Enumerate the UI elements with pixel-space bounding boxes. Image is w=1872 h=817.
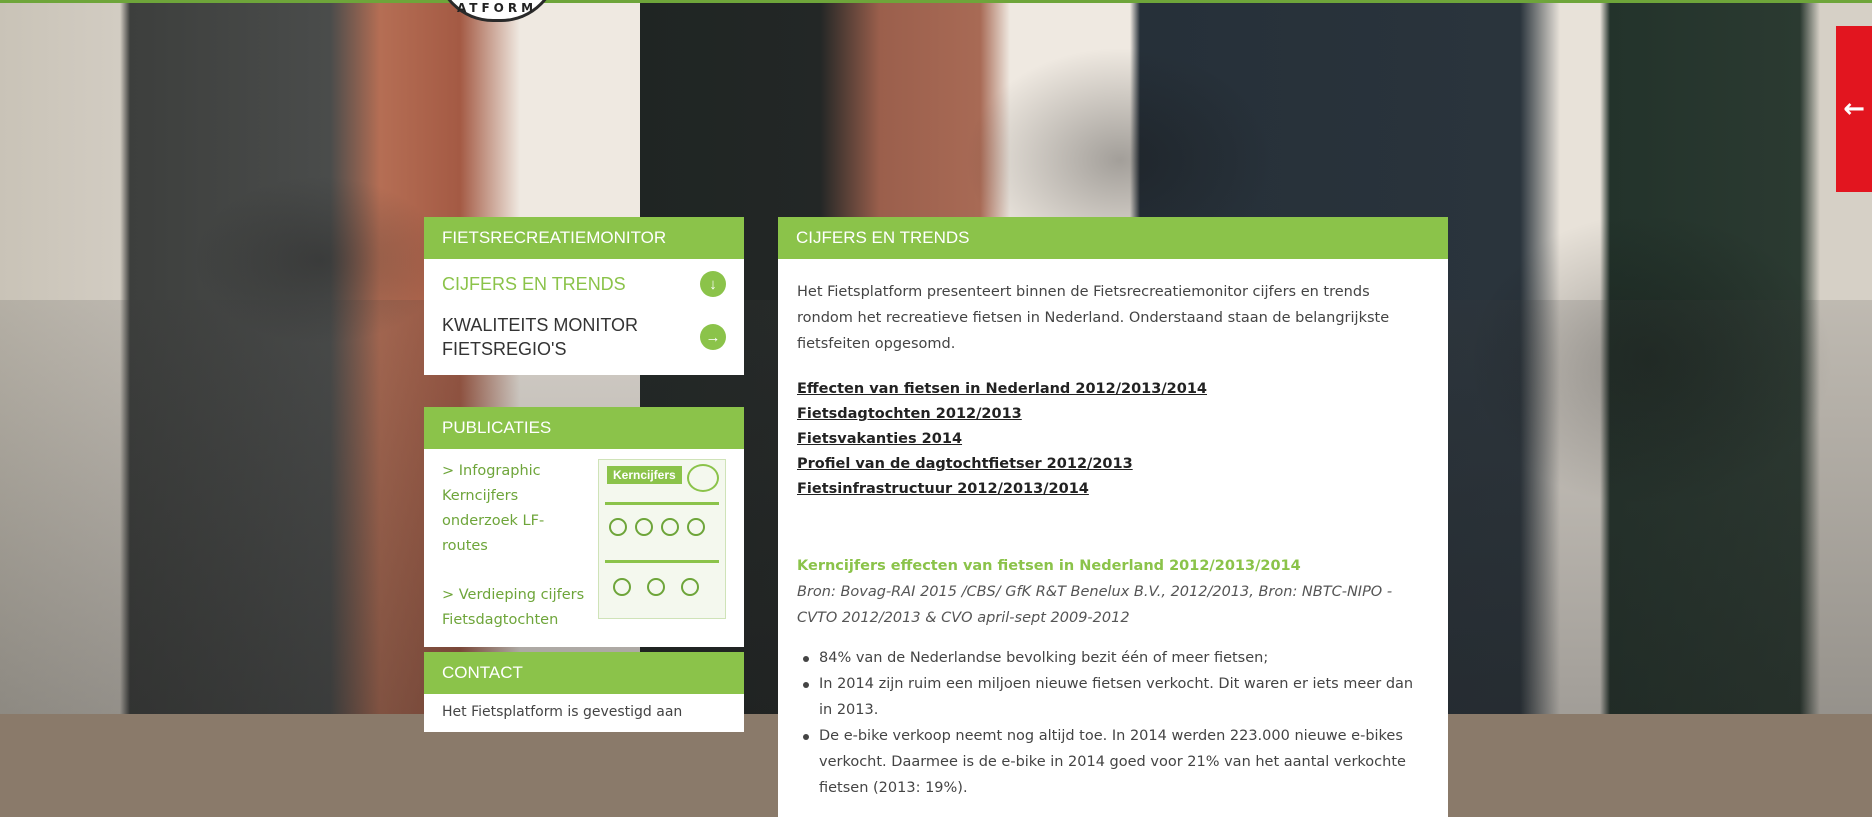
section-title: Kerncijfers effecten van fietsen in Nede… [797, 558, 1301, 574]
page-title: CIJFERS EN TRENDS [778, 217, 1448, 259]
bike-icon [681, 578, 699, 596]
thumbnail-logo-icon [687, 464, 719, 492]
top-accent-line [0, 0, 1872, 3]
source-note: Bron: Bovag-RAI 2015 /CBS/ GfK R&T Benel… [797, 584, 1393, 626]
topic-link[interactable]: Fietsvakanties 2014 [797, 427, 1429, 452]
bike-icon [687, 518, 705, 536]
arrow-down-circle-icon: ↓ [700, 271, 726, 297]
monitor-nav-panel: FIETSRECREATIEMONITOR CIJFERS EN TRENDS … [424, 217, 744, 375]
bike-icon [613, 578, 631, 596]
list-item: De e-bike verkoop neemt nog altijd toe. … [797, 723, 1429, 801]
contact-header: CONTACT [424, 652, 744, 694]
list-item: In 2014 zijn ruim een miljoen nieuwe fie… [797, 671, 1429, 723]
nav-item-label: KWALITEITS MONITOR FIETSREGIO'S [442, 315, 639, 359]
publication-link-verdieping[interactable]: > Verdieping cijfers Fietsdagtochten [442, 583, 588, 633]
arrow-left-icon: ← [1843, 94, 1865, 124]
infographic-thumbnail[interactable]: Kerncijfers [598, 459, 726, 619]
publicaties-header: PUBLICATIES [424, 407, 744, 449]
side-panel-toggle[interactable]: ← [1836, 26, 1872, 192]
main-content-panel: CIJFERS EN TRENDS Het Fietsplatform pres… [778, 217, 1448, 817]
monitor-nav-header: FIETSRECREATIEMONITOR [424, 217, 744, 259]
thumbnail-divider [605, 502, 719, 505]
list-item: 84% van de Nederlandse bevolking bezit é… [797, 645, 1429, 671]
bike-icon [647, 578, 665, 596]
bike-icon [635, 518, 653, 536]
nav-item-label: CIJFERS EN TRENDS [442, 273, 626, 294]
topic-link[interactable]: Effecten van fietsen in Nederland 2012/2… [797, 377, 1429, 402]
contact-text: Het Fietsplatform is gevestigd aan [442, 704, 683, 720]
site-logo-text: ATFORM [456, 1, 538, 15]
nav-item-kwaliteits-monitor[interactable]: KWALITEITS MONITOR FIETSREGIO'S → [424, 309, 744, 375]
fact-list: 84% van de Nederlandse bevolking bezit é… [797, 645, 1429, 801]
topic-link[interactable]: Fietsdagtochten 2012/2013 [797, 402, 1429, 427]
arrow-right-circle-icon: → [700, 324, 726, 350]
bike-icon [609, 518, 627, 536]
intro-text: Het Fietsplatform presenteert binnen de … [797, 284, 1390, 352]
thumbnail-title: Kerncijfers [607, 466, 682, 484]
bike-icon [661, 518, 679, 536]
topic-link[interactable]: Profiel van de dagtochtfietser 2012/2013 [797, 452, 1429, 477]
topic-links: Effecten van fietsen in Nederland 2012/2… [797, 377, 1429, 502]
topic-link[interactable]: Fietsinfrastructuur 2012/2013/2014 [797, 477, 1429, 502]
nav-item-cijfers-en-trends[interactable]: CIJFERS EN TRENDS ↓ [424, 259, 744, 309]
thumbnail-divider [605, 560, 719, 563]
contact-panel: CONTACT Het Fietsplatform is gevestigd a… [424, 652, 744, 732]
publication-link-infographic[interactable]: > Infographic Kerncijfers onderzoek LF-r… [442, 459, 588, 559]
publicaties-panel: PUBLICATIES > Infographic Kerncijfers on… [424, 407, 744, 647]
